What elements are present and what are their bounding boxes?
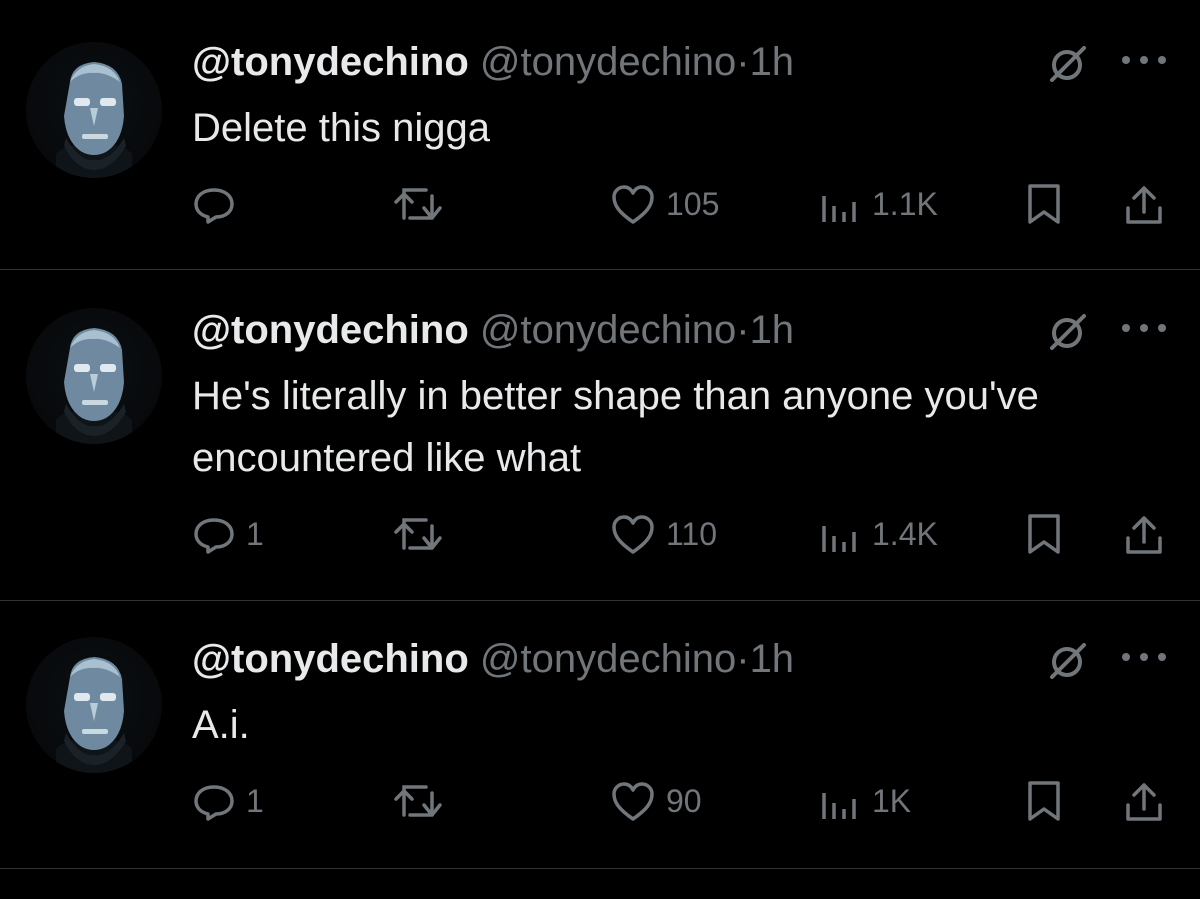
tweet-header: @tonydechino @tonydechino·1h: [192, 306, 794, 354]
tweet-2[interactable]: @tonydechino @tonydechino·1h He's litera…: [0, 270, 1200, 601]
avatar-face-image: [56, 328, 132, 444]
like-button[interactable]: 105: [610, 180, 719, 228]
views-button[interactable]: 1K: [818, 777, 911, 825]
like-button[interactable]: 110: [610, 510, 717, 558]
timestamp[interactable]: 1h: [750, 40, 795, 84]
tweet-actions: 1 110 1.4K: [192, 510, 1182, 558]
share-icon: [1126, 783, 1162, 821]
handle[interactable]: @tonydechino: [480, 308, 736, 352]
share-button[interactable]: [1122, 180, 1166, 228]
tweet-actions: 105 1.1K: [192, 180, 1182, 228]
like-count: 105: [666, 185, 720, 222]
retweet-button[interactable]: [390, 180, 456, 228]
handle[interactable]: @tonydechino: [480, 40, 736, 84]
views-icon: [822, 526, 856, 552]
reply-icon: [194, 518, 234, 554]
like-count: 90: [666, 782, 702, 819]
view-count: 1.4K: [872, 515, 938, 552]
reply-button[interactable]: 1: [192, 510, 264, 558]
heart-icon: [612, 782, 654, 821]
view-count: 1.1K: [872, 185, 938, 222]
share-button[interactable]: [1122, 777, 1166, 825]
separator-dot: ·: [736, 308, 750, 352]
retweet-button[interactable]: [390, 777, 456, 825]
views-button[interactable]: 1.4K: [818, 510, 938, 558]
tweet-actions: 1 90 1K: [192, 777, 1182, 825]
retweet-icon: [394, 188, 442, 220]
reply-icon: [194, 785, 234, 821]
views-button[interactable]: 1.1K: [818, 180, 938, 228]
tweet-text: He's literally in better shape than anyo…: [192, 374, 1039, 480]
heart-icon: [612, 515, 654, 554]
tweet-header: @tonydechino @tonydechino·1h: [192, 38, 794, 86]
bookmark-icon: [1028, 184, 1060, 224]
reply-button[interactable]: [192, 180, 246, 228]
retweet-button[interactable]: [390, 510, 456, 558]
grok-icon[interactable]: [1046, 310, 1090, 354]
handle[interactable]: @tonydechino: [480, 637, 736, 681]
retweet-icon: [394, 518, 442, 550]
like-button[interactable]: 90: [610, 777, 702, 825]
retweet-icon: [394, 785, 442, 817]
reply-count: 1: [246, 782, 264, 819]
tweet-header: @tonydechino @tonydechino·1h: [192, 635, 794, 683]
bookmark-icon: [1028, 514, 1060, 554]
timestamp[interactable]: 1h: [750, 308, 795, 352]
separator-dot: ·: [736, 40, 750, 84]
reply-button[interactable]: 1: [192, 777, 264, 825]
reply-count: 1: [246, 515, 264, 552]
grok-icon[interactable]: [1046, 42, 1090, 86]
avatar-face-image: [56, 657, 132, 773]
share-icon: [1126, 186, 1162, 224]
display-name[interactable]: @tonydechino: [192, 308, 469, 352]
avatar[interactable]: [26, 308, 162, 444]
like-count: 110: [666, 515, 718, 552]
display-name[interactable]: @tonydechino: [192, 637, 469, 681]
share-icon: [1126, 516, 1162, 554]
views-icon: [822, 793, 856, 819]
heart-icon: [612, 185, 654, 224]
grok-icon[interactable]: [1046, 639, 1090, 683]
bookmark-button[interactable]: [1024, 180, 1064, 228]
tweet-3[interactable]: @tonydechino @tonydechino·1h A.i. 1 90 1…: [0, 601, 1200, 869]
more-icon[interactable]: [1118, 52, 1170, 68]
bookmark-button[interactable]: [1024, 510, 1064, 558]
display-name[interactable]: @tonydechino: [192, 40, 469, 84]
share-button[interactable]: [1122, 510, 1166, 558]
bookmark-icon: [1028, 781, 1060, 821]
view-count: 1K: [872, 782, 912, 819]
tweet-text: Delete this nigga: [192, 106, 490, 150]
more-icon[interactable]: [1118, 320, 1170, 336]
tweet-text: A.i.: [192, 703, 250, 747]
avatar[interactable]: [26, 42, 162, 178]
tweet-1[interactable]: @tonydechino @tonydechino·1h Delete this…: [0, 0, 1200, 270]
avatar-face-image: [56, 62, 132, 178]
avatar[interactable]: [26, 637, 162, 773]
bookmark-button[interactable]: [1024, 777, 1064, 825]
views-icon: [822, 196, 856, 222]
reply-icon: [194, 188, 234, 224]
more-icon[interactable]: [1118, 649, 1170, 665]
separator-dot: ·: [736, 637, 750, 681]
timestamp[interactable]: 1h: [750, 637, 795, 681]
